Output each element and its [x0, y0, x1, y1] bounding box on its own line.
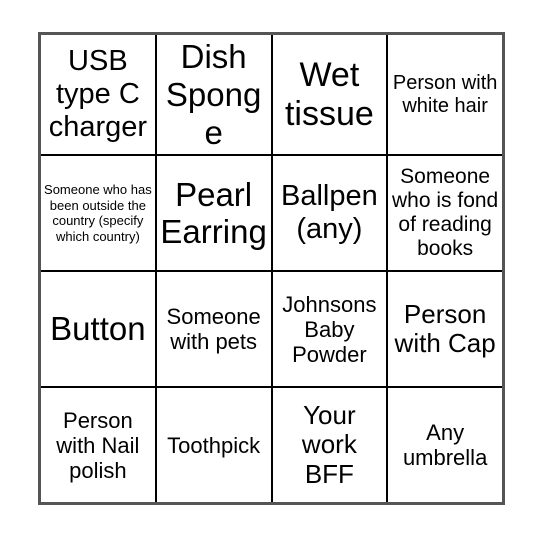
bingo-cell[interactable]: Button — [41, 271, 157, 387]
bingo-cell[interactable]: Toothpick — [156, 388, 273, 502]
bingo-cell-label: Toothpick — [167, 432, 261, 458]
bingo-row: Person with Nail polish Toothpick Your w… — [41, 388, 502, 502]
bingo-cell[interactable]: Pearl Earring — [156, 156, 273, 270]
bingo-cell-label: Button — [50, 310, 146, 348]
bingo-cell-label: Someone who is fond of reading books — [392, 165, 499, 261]
bingo-cell-label: Person with Cap — [394, 298, 496, 359]
bingo-row: Button Someone with pets Johnsons Baby P… — [41, 271, 502, 389]
bingo-cell[interactable]: Dish Sponge — [156, 35, 273, 155]
bingo-cell-label: Wet tissue — [284, 55, 374, 133]
bingo-cell[interactable]: Person with Cap — [388, 271, 502, 387]
bingo-cell[interactable]: Wet tissue — [272, 35, 389, 155]
bingo-row: Someone who has been outside the country… — [41, 156, 502, 272]
bingo-cell-label: Johnsons Baby Powder — [282, 291, 377, 367]
bingo-cell[interactable]: Someone who is fond of reading books — [388, 156, 502, 270]
bingo-cell-label: USB type C charger — [48, 45, 148, 144]
bingo-cell[interactable]: Any umbrella — [388, 388, 502, 502]
bingo-cell[interactable]: Johnsons Baby Powder — [272, 271, 389, 387]
bingo-cell-label: Ballpen (any) — [281, 180, 378, 246]
bingo-row: USB type C charger Dish Sponge Wet tissu… — [41, 35, 502, 157]
bingo-cell[interactable]: USB type C charger — [41, 35, 157, 155]
bingo-cell[interactable]: Someone with pets — [156, 271, 273, 387]
bingo-cell[interactable]: Your work BFF — [272, 388, 389, 502]
bingo-cell[interactable]: Person with Nail polish — [41, 388, 157, 502]
bingo-cell-label: Someone who has been outside the country… — [44, 182, 152, 244]
bingo-cell[interactable]: Someone who has been outside the country… — [41, 156, 157, 270]
bingo-cell-label: Person with white hair — [392, 71, 498, 117]
bingo-cell-label: Your work BFF — [301, 399, 357, 490]
bingo-cell-label: Someone with pets — [166, 304, 261, 355]
bingo-cell-label: Dish Sponge — [165, 38, 262, 151]
bingo-card: USB type C charger Dish Sponge Wet tissu… — [38, 32, 505, 505]
bingo-cell-label: Any umbrella — [402, 420, 488, 471]
bingo-cell[interactable]: Ballpen (any) — [272, 156, 389, 270]
bingo-cell-label: Pearl Earring — [160, 175, 267, 251]
bingo-cell-label: Person with Nail polish — [56, 407, 140, 483]
bingo-cell[interactable]: Person with white hair — [388, 35, 502, 155]
